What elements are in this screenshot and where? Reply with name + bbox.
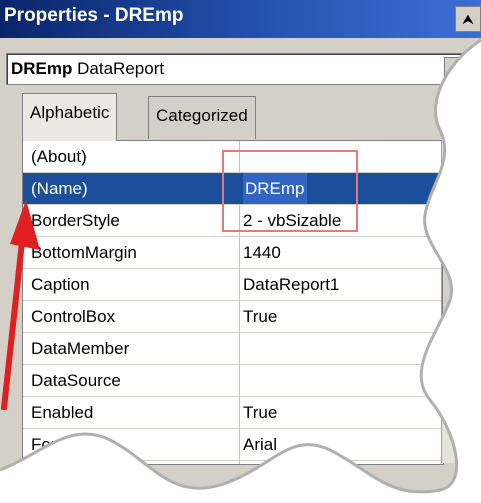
property-row-datasource[interactable]: DataSource (23, 365, 443, 397)
window-title: Properties - DREmp (4, 5, 184, 26)
property-value[interactable]: DataReport1 (243, 269, 443, 300)
properties-window: Properties - DREmp ⮝ DREmp DataReport ▼ … (0, 0, 481, 503)
property-value[interactable] (243, 333, 443, 364)
object-name: DREmp (11, 59, 73, 78)
property-row-font[interactable]: Font Arial (23, 429, 443, 461)
property-value[interactable]: Arial (243, 429, 443, 460)
property-value[interactable]: True (243, 397, 443, 428)
object-selector-value: DREmp DataReport (11, 59, 164, 79)
property-value[interactable]: True (243, 301, 443, 332)
object-selector[interactable]: DREmp DataReport ▼ (6, 53, 471, 85)
property-name: Font (31, 435, 66, 454)
title-bar[interactable]: Properties - DREmp ⮝ (0, 0, 481, 38)
property-row-enabled[interactable]: Enabled True (23, 397, 443, 429)
red-arrow-icon (1, 200, 40, 410)
property-name: (About) (31, 147, 87, 166)
property-value[interactable]: 1440 (243, 237, 443, 268)
chevron-down-icon[interactable]: ▼ (444, 57, 468, 83)
vertical-scrollbar[interactable] (441, 140, 466, 463)
title-bar-button[interactable]: ⮝ (455, 6, 481, 32)
object-type: DataReport (77, 59, 165, 78)
tab-alphabetic[interactable]: Alphabetic (22, 93, 118, 141)
highlight-box (222, 150, 358, 232)
property-row-controlbox[interactable]: ControlBox True (23, 301, 443, 333)
tab-categorized[interactable]: Categorized (148, 96, 256, 139)
property-row-datamember[interactable]: DataMember (23, 333, 443, 365)
property-value[interactable] (243, 365, 443, 396)
property-row-caption[interactable]: Caption DataReport1 (23, 269, 443, 301)
scrollbar-thumb[interactable] (442, 220, 466, 332)
property-row-bottommargin[interactable]: BottomMargin 1440 (23, 237, 443, 269)
